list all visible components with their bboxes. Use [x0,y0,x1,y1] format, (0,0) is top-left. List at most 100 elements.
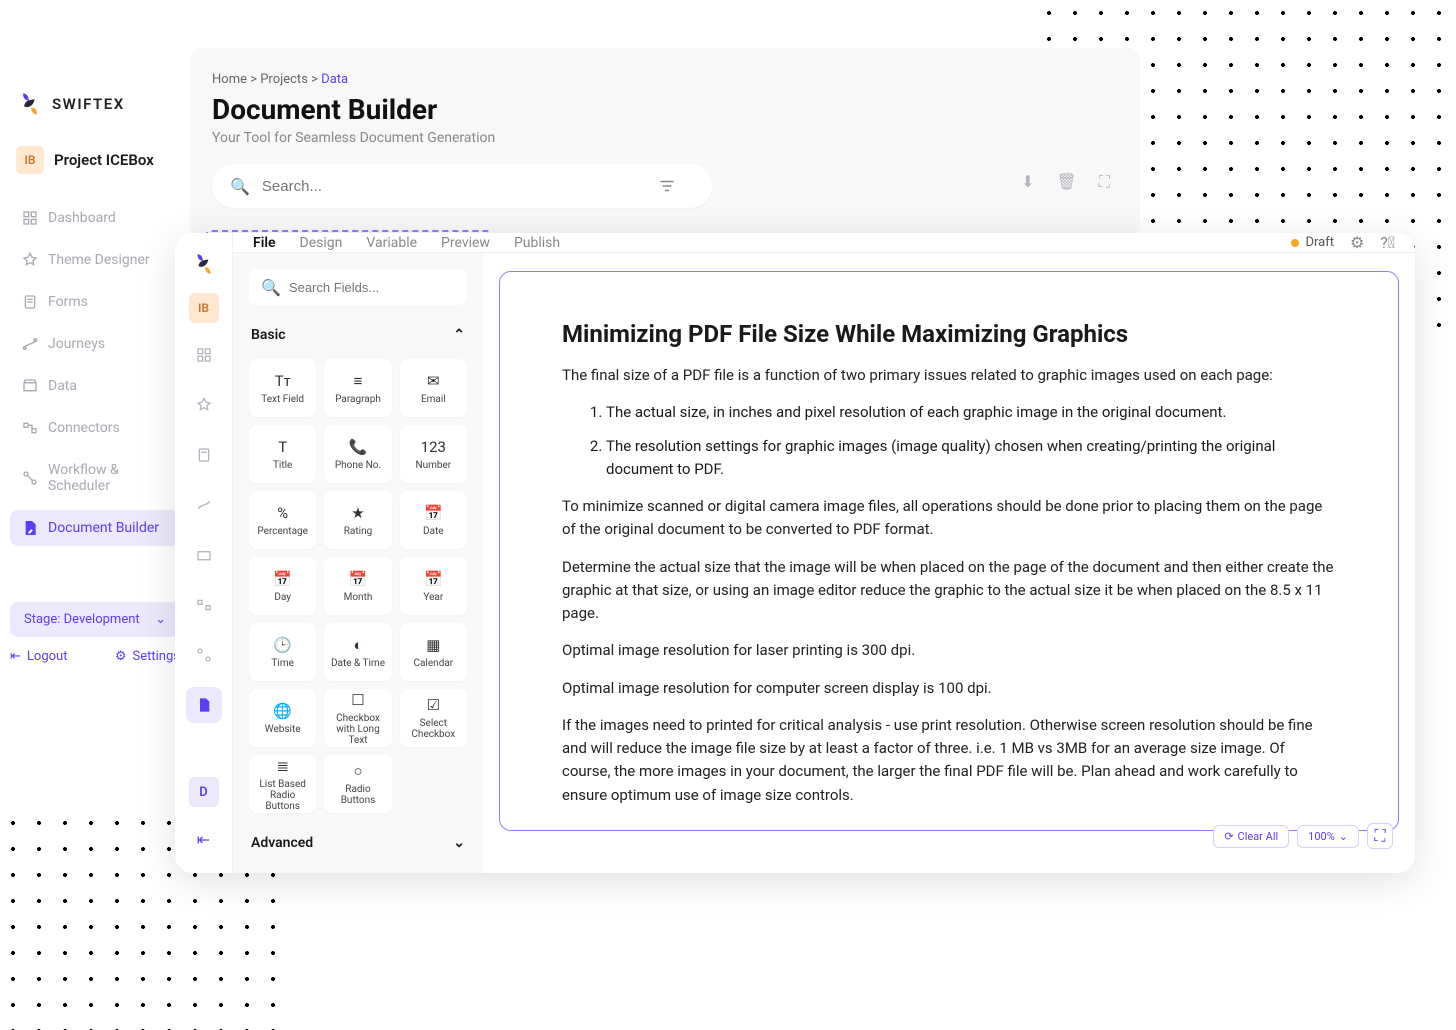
field-card-email[interactable]: ✉Email [400,359,467,417]
breadcrumb-mid[interactable]: Projects [260,72,308,87]
breadcrumb-home[interactable]: Home [212,72,247,87]
logout-button[interactable]: ⇤ Logout [10,649,67,664]
field-icon: 📞 [349,438,368,456]
clear-all-button[interactable]: ⟳ Clear All [1213,825,1289,848]
field-label: Radio Buttons [328,784,387,806]
mini-document-builder-icon[interactable] [186,687,222,723]
field-icon: ✉ [427,372,440,390]
trash-icon[interactable]: 🗑 [1056,172,1076,192]
section-basic-header[interactable]: Basic ⌃ [249,321,467,349]
field-label: Title [273,460,292,471]
field-card-month[interactable]: 📅Month [324,557,391,615]
tab-publish[interactable]: Publish [514,235,560,251]
fullscreen-button[interactable]: ⛶ [1367,823,1393,849]
field-label: Day [274,592,291,603]
page-title: Document Builder [212,93,1118,126]
field-card-checkbox-with-long-text[interactable]: ☐Checkbox with Long Text [324,689,391,747]
field-label: Paragraph [335,394,381,405]
mini-forms-icon[interactable] [186,437,222,473]
field-icon: T [278,438,287,456]
sidebar-item-data[interactable]: Data [10,368,180,404]
field-label: Date & Time [331,658,385,669]
field-card-percentage[interactable]: % Percentage [249,491,316,549]
fields-search-wrap[interactable]: 🔍 [249,269,467,305]
sidebar-item-label: Workflow & Scheduler [48,462,168,494]
expand-icon[interactable]: ⛶ [1099,172,1110,192]
section-advanced-header[interactable]: Advanced ⌄ [249,829,467,857]
field-card-radio-buttons[interactable]: ○Radio Buttons [324,755,391,813]
download-icon[interactable]: ⬇ [1021,172,1034,192]
field-card-website[interactable]: 🌐Website [249,689,316,747]
mini-logout-icon[interactable]: ⇤ [186,821,222,857]
help-icon[interactable]: ?⃝ [1380,233,1395,252]
sidebar-item-forms[interactable]: Forms [10,284,180,320]
field-card-date[interactable]: 📅Date [400,491,467,549]
field-card-number[interactable]: 123 Number [400,425,467,483]
field-label: Percentage [257,526,308,537]
mini-theme-icon[interactable] [186,387,222,423]
sidebar-item-theme-designer[interactable]: Theme Designer [10,242,180,278]
field-icon: ☐ [351,691,364,709]
sidebar-item-label: Dashboard [48,210,116,226]
search-icon: 🔍 [261,278,281,297]
field-card-calendar[interactable]: ▦Calendar [400,623,467,681]
settings-button[interactable]: ⚙ Settings [115,649,180,664]
chevron-down-icon: ⌄ [453,835,465,851]
tab-variable[interactable]: Variable [366,235,417,251]
field-card-date-time[interactable]: ◐ Date & Time [324,623,391,681]
sidebar-item-document-builder[interactable]: Document Builder [10,510,180,546]
field-icon: 123 [421,438,446,456]
field-icon: 📅 [349,570,368,588]
field-card-rating[interactable]: ★Rating [324,491,391,549]
breadcrumb-current: Data [321,72,348,87]
field-card-year[interactable]: 📅Year [400,557,467,615]
mini-connectors-icon[interactable] [186,587,222,623]
sidebar-item-dashboard[interactable]: Dashboard [10,200,180,236]
tab-file[interactable]: File [253,235,276,251]
search-input-wrap[interactable]: 🔍 [212,164,712,208]
project-selector[interactable]: IB Project ICEBox [10,140,180,180]
chevron-up-icon: ⌃ [453,327,465,343]
field-card-title[interactable]: T Title [249,425,316,483]
project-name: Project ICEBox [54,151,154,169]
brand-logo-icon [16,90,44,118]
mini-dashboard-icon[interactable] [186,337,222,373]
tab-design[interactable]: Design [300,235,343,251]
mini-journeys-icon[interactable] [186,487,222,523]
search-input[interactable] [262,178,694,195]
field-icon: % [277,504,288,522]
doc-p6: If the images need to printed for critic… [562,714,1336,807]
field-card-time[interactable]: 🕒Time [249,623,316,681]
zoom-selector[interactable]: 100% ⌄ [1297,825,1359,848]
sidebar-item-label: Forms [48,294,88,310]
doc-p5: Optimal image resolution for computer sc… [562,677,1336,700]
sidebar-item-journeys[interactable]: Journeys [10,326,180,362]
mini-data-icon[interactable] [186,537,222,573]
field-card-phone-no-[interactable]: 📞Phone No. [324,425,391,483]
settings-gear-icon[interactable]: ⚙ [1350,233,1364,252]
section-advanced-label: Advanced [251,835,313,851]
field-icon: ◐ [353,636,362,654]
filter-icon[interactable] [658,177,676,199]
sidebar-item-workflow[interactable]: Workflow & Scheduler [10,452,180,504]
field-card-day[interactable]: 📅Day [249,557,316,615]
field-card-paragraph[interactable]: ≡ Paragraph [324,359,391,417]
field-label: Text Field [261,394,304,405]
mini-project-avatar[interactable]: IB [189,293,219,323]
mini-workflow-icon[interactable] [186,637,222,673]
field-card-list-based-radio-buttons[interactable]: ≣List Based Radio Buttons [249,755,316,813]
field-icon: ☑ [427,696,440,714]
field-card-text-field[interactable]: TᴛText Field [249,359,316,417]
tab-preview[interactable]: Preview [441,235,490,251]
document-canvas[interactable]: Minimizing PDF File Size While Maximizin… [499,271,1399,831]
fields-search-input[interactable] [289,280,465,295]
field-card-select-checkbox[interactable]: ☑Select Checkbox [400,689,467,747]
settings-label: Settings [133,649,180,664]
field-icon: ≡ [354,372,363,390]
status-label: Draft [1305,235,1334,250]
project-avatar: IB [16,146,44,174]
sidebar-item-connectors[interactable]: Connectors [10,410,180,446]
stage-selector[interactable]: Stage: Development ⌄ [10,602,180,637]
mini-stage-letter[interactable]: D [189,777,219,807]
field-label: Number [415,460,451,471]
